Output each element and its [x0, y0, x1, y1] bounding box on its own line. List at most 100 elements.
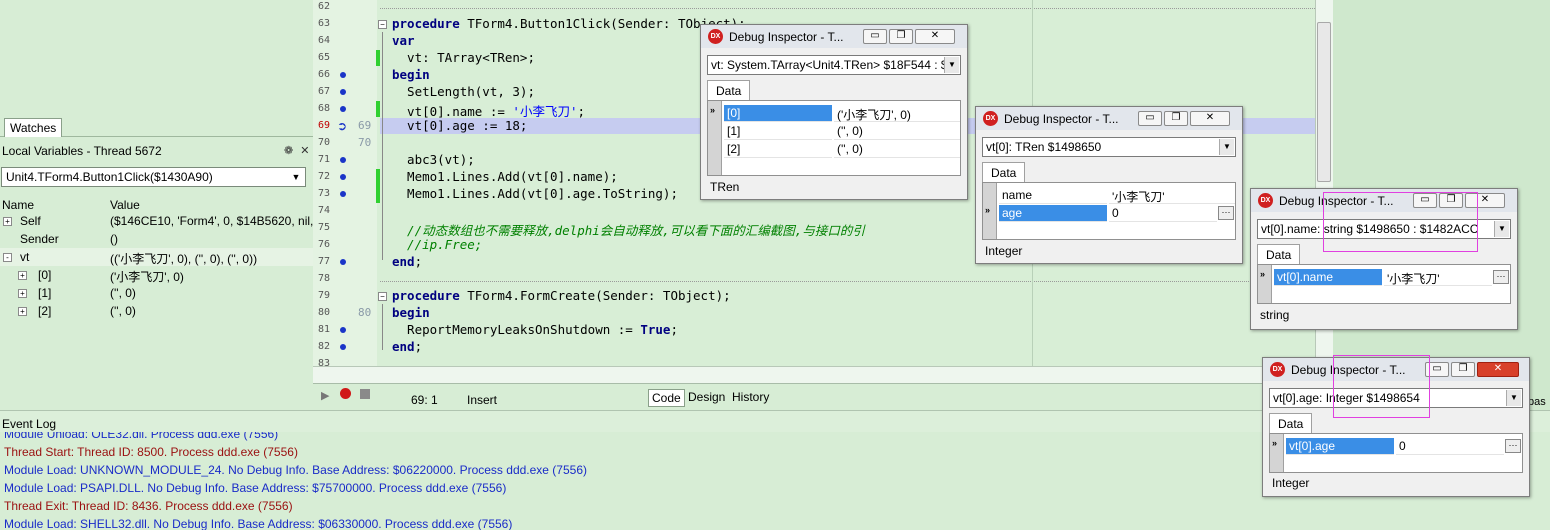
ellipsis-button[interactable]: ···	[1218, 206, 1234, 220]
data-grid[interactable]: » [0] ('小李飞刀', 0) [1] ('', 0) [2] ('', 0…	[707, 100, 961, 176]
code-line-67[interactable]: SetLength(vt, 3);	[392, 84, 535, 99]
tab-watches[interactable]: Watches	[4, 118, 63, 137]
col-name-header[interactable]: Name	[2, 198, 34, 212]
locals-row-vt0[interactable]: + [0] ('小李飞刀', 0)	[0, 266, 313, 284]
code-line-66[interactable]: begin	[392, 67, 430, 82]
play-icon[interactable]: ▶	[321, 389, 329, 402]
data-grid[interactable]: » vt[0].age 0 ···	[1269, 433, 1523, 473]
close-button[interactable]: ✕	[915, 29, 955, 44]
code-line-80[interactable]: begin	[392, 305, 430, 320]
breakpoint-dot[interactable]	[340, 72, 346, 78]
grid-name-cell[interactable]: [2]	[724, 141, 832, 158]
breakpoint-dot[interactable]	[340, 106, 346, 112]
data-grid[interactable]: » name '小李飞刀' age 0 ···	[982, 182, 1236, 240]
minimize-button[interactable]: ▭	[863, 29, 887, 44]
fold-toggle[interactable]: −	[378, 20, 387, 29]
code-line-63[interactable]: procedure TForm4.Button1Click(Sender: TO…	[392, 16, 746, 31]
tab-data[interactable]: Data	[707, 80, 751, 100]
restore-button[interactable]: ❐	[1451, 362, 1475, 377]
locals-row-vt1[interactable]: + [1] ('', 0)	[0, 284, 313, 302]
expression-combo[interactable]: vt[0]: TRen $1498650 ▼	[982, 137, 1236, 157]
context-combo[interactable]: Unit4.TForm4.Button1Click($1430A90) ▼	[1, 167, 306, 187]
restore-button[interactable]: ❐	[1164, 111, 1188, 126]
breakpoint-dot[interactable]	[340, 174, 346, 180]
grid-name-cell[interactable]: name	[999, 187, 1107, 204]
grid-name-cell[interactable]: vt[0].name	[1274, 269, 1382, 286]
col-value-header[interactable]: Value	[110, 198, 140, 212]
title-bar[interactable]: DX Debug Inspector - T... ▭ ❐ ✕	[976, 107, 1242, 130]
tab-code[interactable]: Code	[648, 389, 685, 407]
scrollbar-thumb[interactable]	[1317, 22, 1331, 182]
record-icon[interactable]	[340, 388, 351, 399]
grid-value-cell[interactable]: 0	[1109, 205, 1217, 222]
tree-expander[interactable]: +	[18, 307, 27, 316]
code-line-72[interactable]: Memo1.Lines.Add(vt[0].name);	[392, 169, 618, 184]
grid-name-cell[interactable]: [0]	[724, 105, 832, 122]
gutter-number: 70	[358, 136, 372, 149]
stop-icon[interactable]	[360, 389, 370, 399]
tab-history[interactable]: History	[729, 389, 772, 407]
expression-combo[interactable]: vt: System.TArray<Unit4.TRen> $18F544 : …	[707, 55, 961, 75]
restore-button[interactable]: ❐	[889, 29, 913, 44]
tab-data[interactable]: Data	[1257, 244, 1301, 264]
code-line-71[interactable]: abc3(vt);	[392, 152, 475, 167]
data-grid[interactable]: » vt[0].name '小李飞刀' ···	[1257, 264, 1511, 304]
ellipsis-button[interactable]: ···	[1493, 270, 1509, 284]
debug-inspector-window-1[interactable]: DX Debug Inspector - T... ▭ ❐ ✕ vt: Syst…	[700, 24, 968, 200]
grid-name-cell[interactable]: vt[0].age	[1286, 438, 1394, 455]
tab-data[interactable]: Data	[982, 162, 1026, 182]
locals-row-sender[interactable]: Sender ()	[0, 230, 313, 248]
code-line-81[interactable]: ReportMemoryLeaksOnShutdown := True;	[392, 322, 678, 337]
chevron-down-icon[interactable]: ▼	[1219, 139, 1234, 155]
breakpoint-dot[interactable]	[340, 89, 346, 95]
chevron-down-icon[interactable]: ▼	[1506, 390, 1521, 406]
tree-expander[interactable]: -	[3, 253, 12, 262]
ellipsis-button[interactable]: ···	[1505, 439, 1521, 453]
grid-value-cell[interactable]: ('小李飞刀', 0)	[834, 105, 960, 122]
code-line-73[interactable]: Memo1.Lines.Add(vt[0].age.ToString);	[392, 186, 678, 201]
breakpoint-dot[interactable]	[340, 327, 346, 333]
locals-row-self[interactable]: + Self ($146CE10, 'Form4', 0, $14B5620, …	[0, 212, 323, 230]
chevron-down-icon[interactable]: ▼	[289, 170, 303, 184]
breakpoint-dot[interactable]	[340, 259, 346, 265]
locals-row-vt[interactable]: - vt (('小李飞刀', 0), ('', 0), ('', 0))	[0, 248, 313, 266]
grid-value-cell[interactable]: '小李飞刀'	[1384, 269, 1492, 286]
chevron-down-icon[interactable]: ▼	[944, 57, 959, 73]
breakpoint-dot[interactable]	[340, 191, 346, 197]
close-button[interactable]: ✕	[1190, 111, 1230, 126]
local-variables-title: Local Variables - Thread 5672	[2, 144, 162, 158]
tab-data[interactable]: Data	[1269, 413, 1313, 433]
code-line-76[interactable]: //ip.Free;	[392, 237, 482, 252]
code-line-79[interactable]: procedure TForm4.FormCreate(Sender: TObj…	[392, 288, 731, 303]
code-line-64[interactable]: var	[392, 33, 415, 48]
cursor-position: 69: 1	[411, 393, 438, 407]
fold-toggle[interactable]: −	[378, 292, 387, 301]
file-tab-fragment[interactable]: pas	[1528, 396, 1546, 408]
tree-expander[interactable]: +	[18, 289, 27, 298]
chevron-down-icon[interactable]: ▼	[1494, 221, 1509, 237]
grid-value-cell[interactable]: ('', 0)	[834, 141, 960, 158]
tree-expander[interactable]: +	[18, 271, 27, 280]
tab-design[interactable]: Design	[685, 389, 728, 407]
minimize-button[interactable]: ▭	[1138, 111, 1162, 126]
code-line-82[interactable]: end;	[392, 339, 422, 354]
code-text: SetLength(vt, 3);	[392, 84, 535, 99]
debug-inspector-window-2[interactable]: DX Debug Inspector - T... ▭ ❐ ✕ vt[0]: T…	[975, 106, 1243, 264]
pin-icon[interactable]: ❁ ✕	[284, 144, 312, 157]
close-button[interactable]: ✕	[1477, 362, 1519, 377]
editor-horizontal-scrollbar[interactable]	[313, 366, 1333, 383]
grid-name-cell[interactable]: age	[999, 205, 1107, 222]
breakpoint-dot[interactable]	[340, 344, 346, 350]
code-line-65[interactable]: vt: TArray<TRen>;	[392, 50, 535, 65]
grid-value-cell[interactable]: '小李飞刀'	[1109, 187, 1235, 204]
code-line-77[interactable]: end;	[392, 254, 422, 269]
locals-row-vt2[interactable]: + [2] ('', 0)	[0, 302, 313, 320]
grid-value-cell[interactable]: ('', 0)	[834, 123, 960, 140]
grid-name-cell[interactable]: [1]	[724, 123, 832, 140]
code-line-69[interactable]: vt[0].age := 18;	[392, 118, 527, 133]
tree-expander[interactable]: +	[3, 217, 12, 226]
breakpoint-dot[interactable]	[340, 157, 346, 163]
title-bar[interactable]: DX Debug Inspector - T... ▭ ❐ ✕	[701, 25, 967, 48]
row-arrow-icon: »	[985, 205, 991, 215]
grid-value-cell[interactable]: 0	[1396, 438, 1504, 455]
